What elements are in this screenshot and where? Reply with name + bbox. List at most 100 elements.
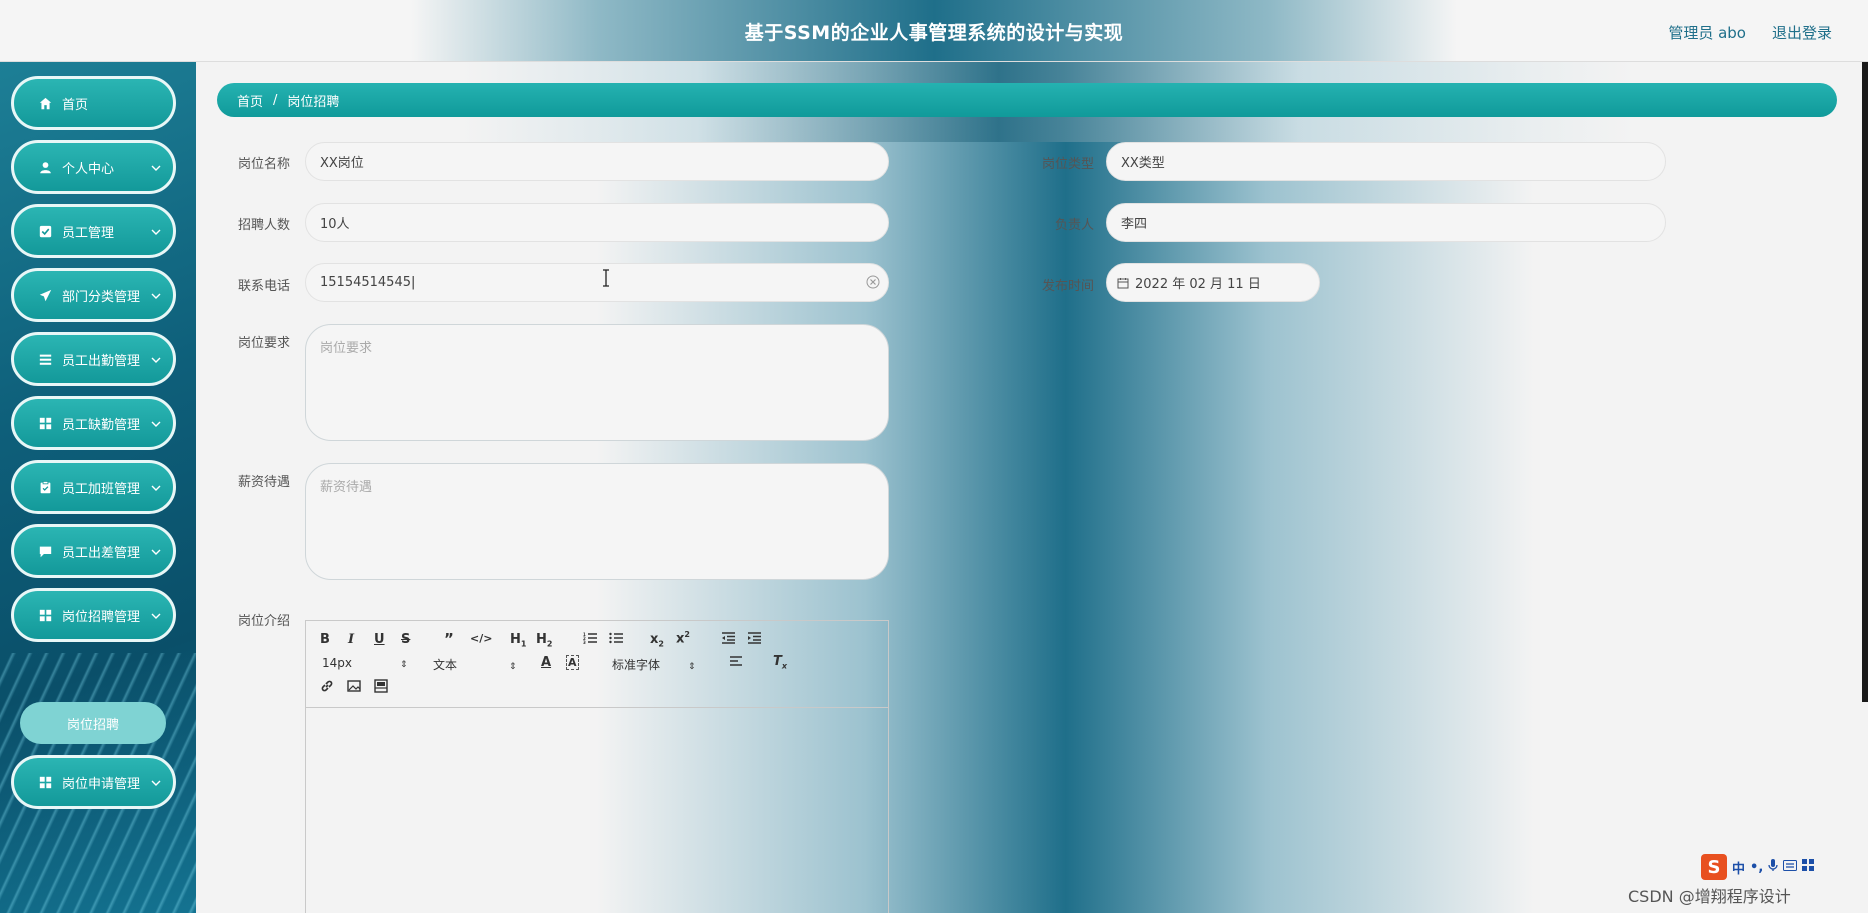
strike-icon[interactable]: S (401, 632, 410, 647)
background-color-icon[interactable]: A (566, 655, 579, 670)
h1-icon[interactable]: H1 (510, 632, 526, 649)
sidebar-item-applications[interactable]: 岗位申请管理 (11, 755, 176, 809)
align-icon[interactable] (729, 656, 743, 672)
image-icon[interactable] (347, 679, 361, 697)
rich-text-editor: B I U S ” </> H1 H2 123 x2 x2 14px ⇕ 文本 ⇕ … (305, 620, 889, 913)
headcount-input[interactable]: 10人 (305, 203, 889, 242)
sidebar-item-label: 岗位申请管理 (62, 776, 141, 792)
page-scrollbar[interactable] (1862, 62, 1868, 702)
chevron-down-icon (151, 161, 161, 176)
sidebar-item-business-trip[interactable]: 员工出差管理 (11, 524, 176, 578)
sidebar-item-home[interactable]: 首页 (11, 76, 176, 130)
sidebar-item-label: 员工出差管理 (62, 545, 141, 561)
requirements-label: 岗位要求 (237, 336, 290, 351)
clipboard-icon (38, 480, 52, 494)
manager-input[interactable]: 李四 (1106, 203, 1666, 242)
chevron-down-icon (151, 353, 161, 368)
indent-icon[interactable] (747, 632, 761, 648)
sidebar-item-overtime[interactable]: 员工加班管理 (11, 460, 176, 514)
ime-menu-icon[interactable] (1802, 859, 1815, 875)
chevron-down-icon (151, 545, 161, 560)
chevron-down-icon (151, 609, 161, 624)
clear-icon[interactable] (866, 275, 880, 293)
grid-icon (38, 416, 52, 430)
keyboard-icon[interactable] (1783, 859, 1798, 875)
video-icon[interactable] (374, 679, 388, 697)
sidebar-item-label: 员工出勤管理 (62, 353, 141, 369)
italic-icon[interactable]: I (348, 632, 354, 647)
send-icon (38, 288, 52, 302)
grid-icon (38, 775, 52, 789)
editor-toolbar: B I U S ” </> H1 H2 123 x2 x2 14px ⇕ 文本 ⇕ … (306, 621, 888, 708)
chevron-down-icon (151, 776, 161, 791)
job-name-input[interactable]: XX岗位 (305, 142, 889, 181)
sidebar-item-label: 员工缺勤管理 (62, 417, 141, 433)
sidebar-item-profile[interactable]: 个人中心 (11, 140, 176, 194)
breadcrumb: 首页 / 岗位招聘 (217, 83, 1837, 117)
publish-date-label: 发布时间 (1041, 279, 1094, 294)
sidebar-item-recruitment[interactable]: 岗位招聘管理 (11, 588, 176, 642)
breadcrumb-home[interactable]: 首页 (237, 91, 263, 110)
sogou-logo-icon[interactable]: S (1701, 854, 1727, 880)
job-type-label: 岗位类型 (1041, 157, 1094, 172)
sidebar-item-label: 员工管理 (62, 225, 115, 241)
editor-content-area[interactable] (306, 708, 888, 913)
sidebar-item-label: 部门分类管理 (62, 289, 141, 305)
bullet-list-icon[interactable] (609, 632, 623, 648)
text-cursor-icon (601, 269, 611, 291)
sidebar: 首页 个人中心 员工管理 部门分类管理 员工出勤管理 员工缺勤管理 员工加班管理… (0, 62, 196, 913)
checkbox-icon (38, 224, 52, 238)
job-type-input[interactable]: XX类型 (1106, 142, 1666, 181)
ime-language[interactable]: 中 (1732, 858, 1745, 877)
submenu-item-job-recruitment[interactable]: 岗位招聘 (20, 702, 166, 744)
phone-label: 联系电话 (237, 279, 290, 294)
svg-text:3: 3 (583, 640, 586, 644)
subscript-icon[interactable]: x2 (650, 632, 664, 649)
sidebar-item-absence[interactable]: 员工缺勤管理 (11, 396, 176, 450)
link-icon[interactable] (320, 679, 334, 697)
salary-textarea[interactable]: 薪资待遇 (305, 463, 889, 580)
breadcrumb-separator: / (273, 92, 278, 108)
font-family-select[interactable]: 标准字体 ⇕ (612, 656, 696, 673)
ime-toolbar: S 中 •, (1701, 854, 1851, 880)
user-icon (38, 160, 52, 174)
home-icon (38, 96, 52, 110)
sidebar-item-label: 员工加班管理 (62, 481, 141, 497)
breadcrumb-current: 岗位招聘 (287, 94, 340, 110)
logout-link[interactable]: 退出登录 (1772, 22, 1832, 43)
current-user: 管理员 abo (1668, 24, 1746, 42)
superscript-icon[interactable]: x2 (676, 630, 690, 646)
text-type-select[interactable]: 文本 ⇕ (433, 656, 517, 673)
list-icon (38, 352, 52, 366)
manager-label: 负责人 (1054, 218, 1094, 233)
sidebar-item-attendance[interactable]: 员工出勤管理 (11, 332, 176, 386)
requirements-textarea[interactable]: 岗位要求 (305, 324, 889, 441)
calendar-icon (1117, 277, 1129, 289)
sidebar-item-label: 岗位招聘管理 (62, 609, 141, 625)
ordered-list-icon[interactable]: 123 (583, 632, 597, 648)
sidebar-item-departments[interactable]: 部门分类管理 (11, 268, 176, 322)
watermark: CSDN @增翔程序设计 (1628, 887, 1791, 906)
chevron-down-icon (151, 417, 161, 432)
underline-icon[interactable]: U (374, 632, 385, 647)
app-title: 基于SSM的企业人事管理系统的设计与实现 (744, 22, 1124, 44)
blockquote-icon[interactable]: ” (444, 630, 454, 648)
job-name-label: 岗位名称 (237, 157, 290, 172)
grid-icon (38, 608, 52, 622)
chat-icon (38, 544, 52, 558)
h2-icon[interactable]: H2 (536, 632, 552, 649)
clear-format-icon[interactable]: Tx (773, 654, 787, 671)
phone-input[interactable]: 15154514545 | (305, 263, 889, 302)
app-header: 基于SSM的企业人事管理系统的设计与实现 管理员 abo 退出登录 (0, 0, 1868, 62)
punctuation-icon[interactable]: •, (1750, 860, 1763, 875)
font-color-icon[interactable]: A (541, 655, 551, 670)
headcount-label: 招聘人数 (237, 218, 290, 233)
publish-date-picker[interactable]: 2022 年 02 月 11 日 (1106, 263, 1320, 302)
outdent-icon[interactable] (721, 632, 735, 648)
font-size-select[interactable]: 14px ⇕ (322, 656, 408, 670)
chevron-down-icon (151, 289, 161, 304)
bold-icon[interactable]: B (320, 632, 330, 647)
sidebar-item-employees[interactable]: 员工管理 (11, 204, 176, 258)
code-icon[interactable]: </> (470, 632, 492, 645)
microphone-icon[interactable] (1768, 858, 1778, 876)
